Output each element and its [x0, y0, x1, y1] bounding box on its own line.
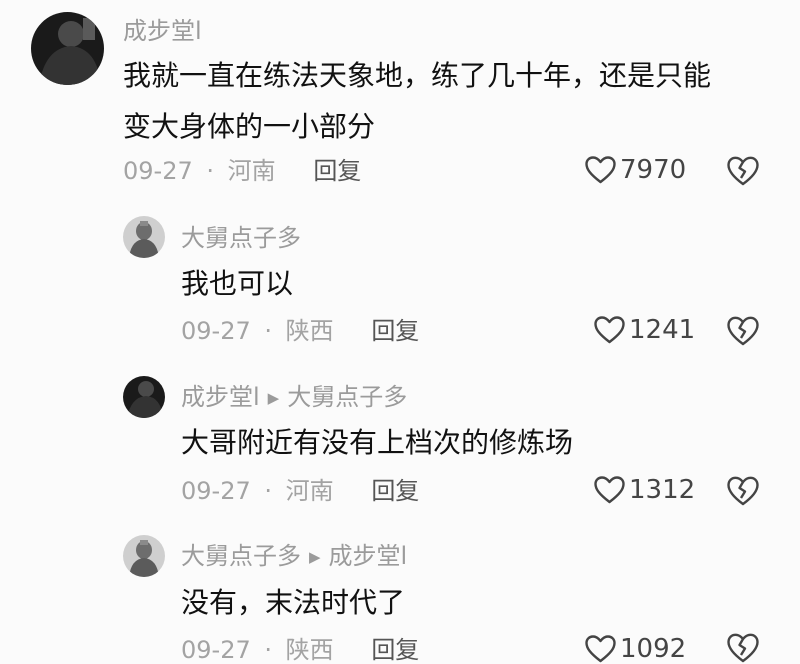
reply-button[interactable]: 回复 [313, 157, 361, 185]
comment-item: 成步堂l 我就一直在练法天象地，练了几十年，还是只能 变大身体的一小部分 09-… [0, 0, 800, 200]
comment-text: 我也可以 [181, 258, 781, 309]
comment-meta: 09-27 · 陕西 回复 [181, 638, 419, 662]
like-count: 1092 [620, 634, 687, 664]
meta-separator: · [264, 317, 273, 345]
comment-date: 09-27 [181, 477, 251, 505]
statue-avatar-icon [123, 535, 165, 577]
comment-author[interactable]: 成步堂l [123, 19, 202, 43]
avatar[interactable] [31, 12, 104, 85]
like-button[interactable]: 1241 [593, 315, 695, 345]
dark-person-avatar-icon [123, 376, 165, 418]
heart-outline-icon [585, 635, 616, 663]
like-count: 1241 [629, 315, 696, 345]
broken-heart-icon [727, 633, 759, 663]
reply-to-name[interactable]: 成步堂l [329, 542, 408, 570]
statue-avatar-icon [123, 216, 165, 258]
reply-to-name[interactable]: 大舅点子多 [287, 383, 407, 411]
comment-location: 河南 [227, 157, 276, 185]
broken-heart-icon [727, 316, 759, 346]
dislike-button[interactable] [726, 155, 760, 187]
dislike-button[interactable] [726, 632, 760, 664]
heart-outline-icon [594, 476, 625, 504]
comment-date: 09-27 [181, 636, 251, 664]
dislike-button[interactable] [726, 475, 760, 507]
comment-date: 09-27 [123, 157, 193, 185]
meta-separator: · [264, 477, 273, 505]
like-button[interactable]: 7970 [584, 155, 686, 185]
comment-location: 河南 [285, 477, 334, 505]
dark-person-avatar-icon [31, 12, 104, 85]
comment-location: 陕西 [285, 317, 334, 345]
avatar[interactable] [123, 535, 165, 577]
meta-separator: · [264, 636, 273, 664]
author-name[interactable]: 成步堂l [181, 383, 260, 411]
comment-author[interactable]: 大舅点子多 [181, 226, 301, 250]
comment-meta: 09-27 · 河南 回复 [123, 159, 361, 183]
avatar[interactable] [123, 216, 165, 258]
heart-outline-icon [585, 156, 616, 184]
author-name[interactable]: 大舅点子多 [181, 224, 301, 252]
reply-button[interactable]: 回复 [371, 636, 419, 664]
heart-outline-icon [594, 316, 625, 344]
like-count: 7970 [620, 155, 687, 185]
comment-text: 我就一直在练法天象地，练了几十年，还是只能 变大身体的一小部分 [123, 50, 783, 152]
comment-author[interactable]: 成步堂l ▶ 大舅点子多 [181, 385, 407, 409]
comment-meta: 09-27 · 陕西 回复 [181, 319, 419, 343]
comment-item: 成步堂l ▶ 大舅点子多 大哥附近有没有上档次的修炼场 09-27 · 河南 回复 … [0, 365, 800, 530]
reply-arrow-icon: ▶ [267, 389, 280, 407]
comment-item: 大舅点子多 我也可以 09-27 · 陕西 回复 1241 [0, 200, 800, 365]
comment-text: 没有，末法时代了 [181, 577, 781, 628]
reply-button[interactable]: 回复 [371, 317, 419, 345]
dislike-button[interactable] [726, 315, 760, 347]
broken-heart-icon [727, 476, 759, 506]
comment-text-line: 变大身体的一小部分 [123, 110, 376, 143]
comment-item: 大舅点子多 ▶ 成步堂l 没有，末法时代了 09-27 · 陕西 回复 1092 [0, 530, 800, 664]
author-name[interactable]: 大舅点子多 [181, 542, 301, 570]
reply-arrow-icon: ▶ [309, 548, 321, 566]
comment-text-line: 没有，末法时代了 [181, 586, 406, 619]
comment-date: 09-27 [181, 317, 251, 345]
meta-separator: · [206, 157, 215, 185]
comment-text-line: 我也可以 [181, 267, 294, 300]
comment-text: 大哥附近有没有上档次的修炼场 [181, 417, 781, 468]
comment-text-line: 我就一直在练法天象地，练了几十年，还是只能 [123, 59, 712, 92]
comment-location: 陕西 [285, 636, 334, 664]
comment-text-line: 大哥附近有没有上档次的修炼场 [181, 426, 574, 459]
author-name[interactable]: 成步堂l [123, 17, 202, 45]
comment-meta: 09-27 · 河南 回复 [181, 479, 419, 503]
avatar[interactable] [123, 376, 165, 418]
like-button[interactable]: 1312 [593, 475, 695, 505]
broken-heart-icon [727, 156, 759, 186]
like-count: 1312 [629, 475, 696, 505]
reply-button[interactable]: 回复 [371, 477, 419, 505]
comment-author[interactable]: 大舅点子多 ▶ 成步堂l [181, 544, 407, 568]
like-button[interactable]: 1092 [584, 634, 686, 664]
